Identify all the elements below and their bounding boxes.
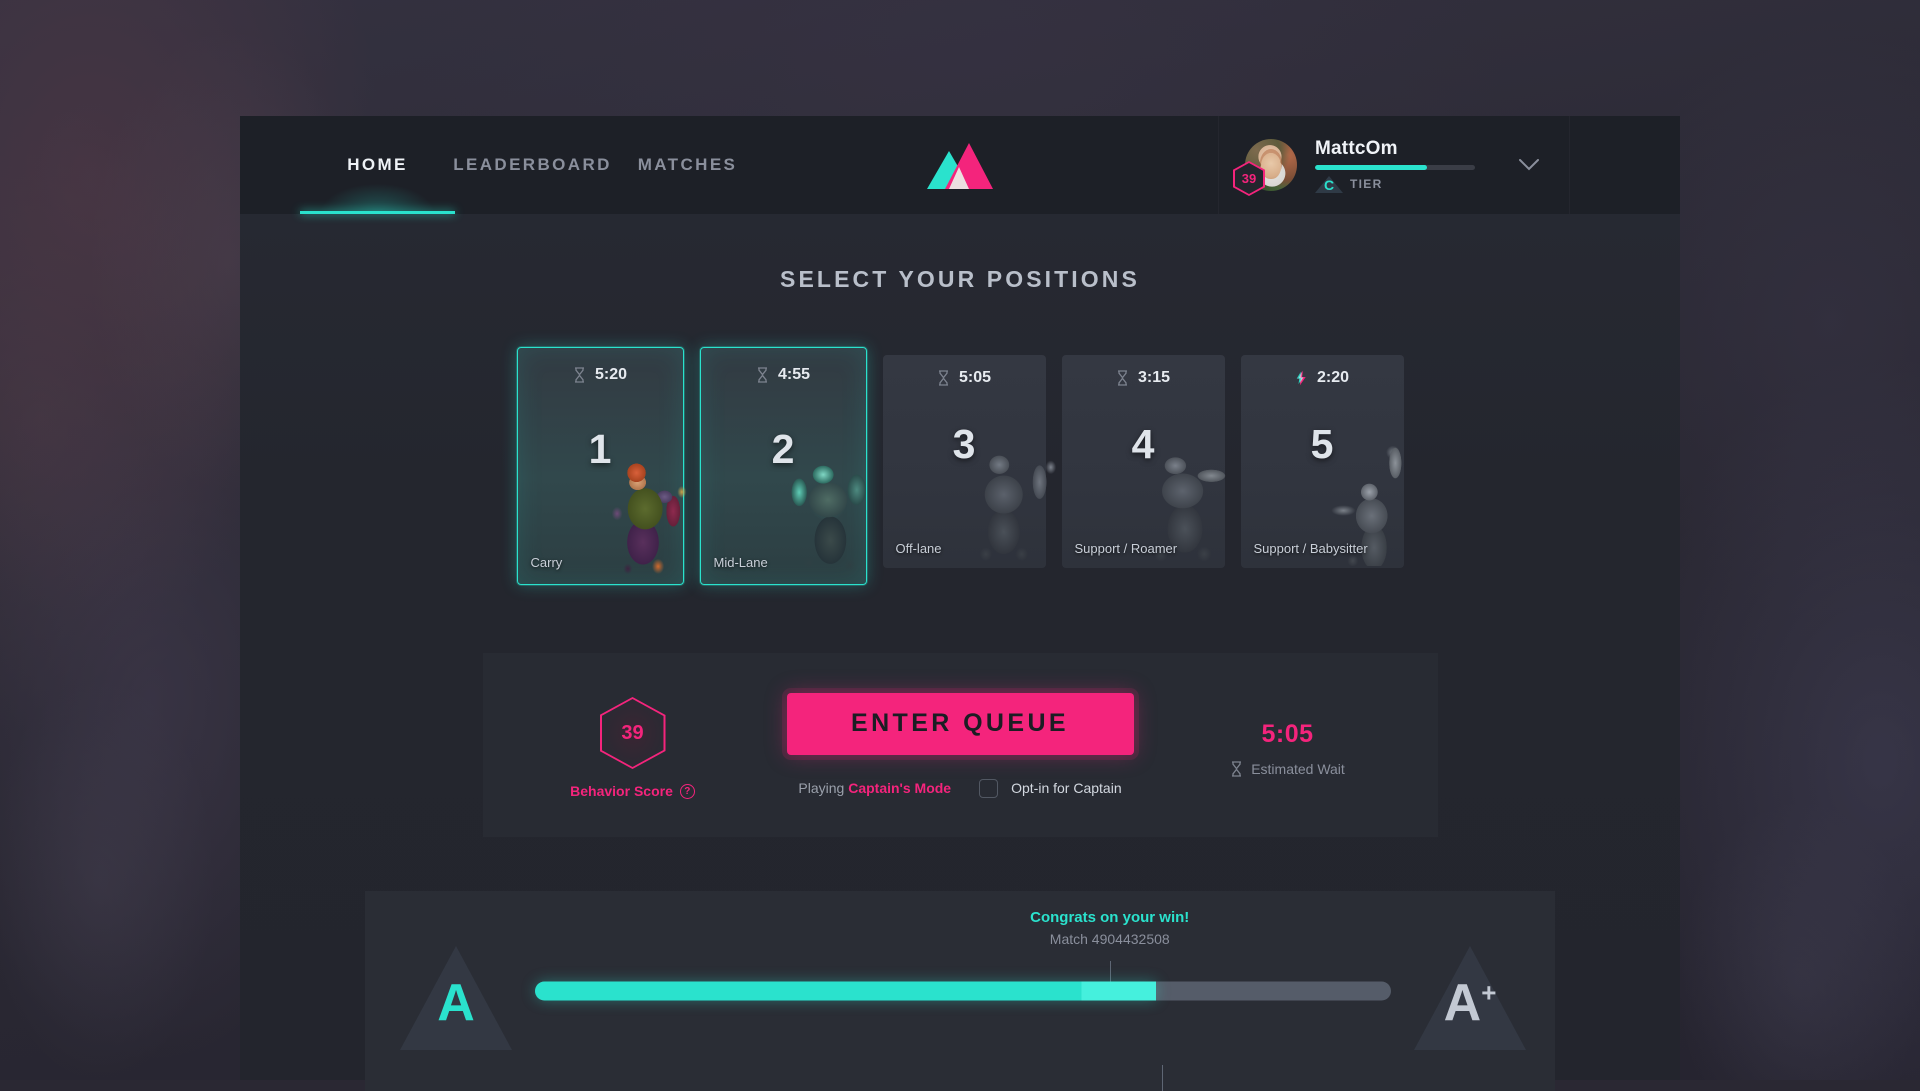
position-card-support-roamer-timer: 3:15 <box>1062 369 1225 387</box>
match-marker-tick-top <box>1110 961 1111 983</box>
tier-row: C TIER <box>1315 175 1493 193</box>
behavior-score-label: Behavior Score <box>570 783 673 799</box>
level-badge-value: 39 <box>1235 163 1263 194</box>
opt-in-for-captain-row[interactable]: Opt-in for Captain <box>979 779 1122 798</box>
hourglass-icon <box>573 367 586 383</box>
timer-value: 2:20 <box>1317 369 1349 387</box>
help-icon[interactable]: ? <box>680 784 695 799</box>
behavior-score-block: 39 Behavior Score ? <box>483 697 783 799</box>
tier-letter: C <box>1324 177 1334 193</box>
position-card-mid-lane-timer: 4:55 <box>701 366 866 384</box>
match-result-note: Congrats on your win! Match 4904432508 <box>960 909 1260 947</box>
timer-value: 5:05 <box>959 369 991 387</box>
estimated-wait-label-row: Estimated Wait <box>1230 761 1345 777</box>
position-card-off-lane-number: 3 <box>883 421 1046 468</box>
position-card-off-lane[interactable]: 5:05 3 Off-lane <box>883 355 1046 568</box>
position-card-carry-label: Carry <box>531 555 563 570</box>
playing-mode-name: Captain's Mode <box>848 780 951 796</box>
position-card-mid-lane-label: Mid-Lane <box>714 555 768 570</box>
position-card-carry[interactable]: 5:20 1 Carry <box>517 347 684 585</box>
current-rank-letter: A <box>437 973 475 1033</box>
opt-in-label: Opt-in for Captain <box>1011 780 1122 796</box>
logo-triangle-overlap <box>949 167 969 189</box>
rank-progress-panel: A Congrats on your win! Match 4904432508… <box>365 891 1555 1091</box>
position-card-carry-timer: 5:20 <box>518 366 683 384</box>
position-card-mid-lane[interactable]: 4:55 2 Mid-Lane <box>700 347 867 585</box>
position-card-support-babysitter-number: 5 <box>1241 421 1404 468</box>
username: MattcOm <box>1315 138 1493 160</box>
timer-value: 3:15 <box>1138 369 1170 387</box>
playing-mode-prefix: Playing <box>798 780 848 796</box>
hourglass-icon <box>1116 370 1129 386</box>
playing-mode-text: Playing Captain's Mode <box>798 780 951 796</box>
position-card-mid-lane-number: 2 <box>701 426 866 473</box>
queue-center-block: ENTER QUEUE Playing Captain's Mode Opt-i… <box>783 693 1138 798</box>
nav-item-home[interactable]: HOME <box>300 116 455 214</box>
nav-item-home-label: HOME <box>347 155 408 175</box>
nav-item-matches[interactable]: MATCHES <box>610 116 765 214</box>
congrats-text: Congrats on your win! <box>960 909 1260 926</box>
hero-portrait-carry <box>589 456 697 576</box>
position-card-off-lane-timer: 5:05 <box>883 369 1046 387</box>
behavior-score-hexagon: 39 <box>600 697 666 769</box>
avatar-wrapper: 39 <box>1245 139 1297 191</box>
position-cards: 5:20 1 Carry 4:55 2 Mid-Lane <box>240 355 1680 585</box>
position-card-off-lane-label: Off-lane <box>896 541 942 556</box>
nav-items: HOME LEADERBOARD MATCHES <box>300 116 765 214</box>
behavior-score-value: 39 <box>621 722 643 745</box>
xp-progress-track <box>1315 165 1475 170</box>
top-navigation-bar: HOME LEADERBOARD MATCHES 39 MattcOm <box>240 116 1680 214</box>
estimated-wait-label: Estimated Wait <box>1251 761 1345 777</box>
hourglass-icon <box>937 370 950 386</box>
hourglass-icon <box>1230 761 1243 777</box>
xp-progress-fill <box>1315 165 1427 170</box>
position-card-support-babysitter-label: Support / Babysitter <box>1254 541 1368 556</box>
tier-badge: C <box>1315 175 1343 193</box>
position-card-carry-number: 1 <box>518 426 683 473</box>
enter-queue-button[interactable]: ENTER QUEUE <box>787 693 1134 755</box>
app-frame: HOME LEADERBOARD MATCHES 39 MattcOm <box>240 116 1680 1080</box>
queue-panel: 39 Behavior Score ? ENTER QUEUE Playing … <box>483 653 1438 837</box>
timer-value: 5:20 <box>595 366 627 384</box>
next-rank-letter: A+ <box>1444 973 1497 1033</box>
rank-progress-fill <box>535 982 1156 1001</box>
next-rank-badge: A+ <box>1405 926 1535 1056</box>
position-card-support-roamer[interactable]: 3:15 4 Support / Roamer <box>1062 355 1225 568</box>
main-content: SELECT YOUR POSITIONS 5:20 1 Carry <box>240 266 1680 1091</box>
next-rank-superscript: + <box>1481 978 1496 1008</box>
dual-triangle-logo[interactable] <box>927 141 993 189</box>
match-id-text: Match 4904432508 <box>960 931 1260 947</box>
user-profile-menu[interactable]: 39 MattcOm C TIER <box>1218 116 1570 214</box>
position-card-support-babysitter-timer: 2:20 <box>1241 369 1404 387</box>
position-card-support-babysitter[interactable]: 2:20 5 Support / Babysitter <box>1241 355 1404 568</box>
estimated-wait-block: 5:05 Estimated Wait <box>1138 720 1438 777</box>
tier-label: TIER <box>1350 177 1383 191</box>
chevron-down-icon[interactable] <box>1519 159 1539 171</box>
lightning-bolt-icon <box>1295 370 1308 386</box>
position-card-support-roamer-label: Support / Roamer <box>1075 541 1178 556</box>
hourglass-icon <box>756 367 769 383</box>
page-title: SELECT YOUR POSITIONS <box>240 266 1680 293</box>
queue-mode-row: Playing Captain's Mode Opt-in for Captai… <box>798 779 1121 798</box>
nav-item-leaderboard[interactable]: LEADERBOARD <box>455 116 610 214</box>
position-card-support-roamer-number: 4 <box>1062 421 1225 468</box>
opt-in-checkbox[interactable] <box>979 779 998 798</box>
nav-item-leaderboard-label: LEADERBOARD <box>453 155 612 175</box>
timer-value: 4:55 <box>778 366 810 384</box>
rank-progress-middle: Congrats on your win! Match 4904432508 <box>521 891 1405 1091</box>
behavior-score-label-row: Behavior Score ? <box>570 783 695 799</box>
estimated-wait-value: 5:05 <box>1261 720 1313 749</box>
current-rank-badge: A <box>391 926 521 1056</box>
next-rank-letter-text: A <box>1444 974 1482 1032</box>
rank-progress-track <box>535 982 1391 1001</box>
nav-item-matches-label: MATCHES <box>638 155 738 175</box>
profile-info: MattcOm C TIER <box>1315 138 1493 193</box>
match-marker-tick-bottom <box>1162 1065 1163 1091</box>
